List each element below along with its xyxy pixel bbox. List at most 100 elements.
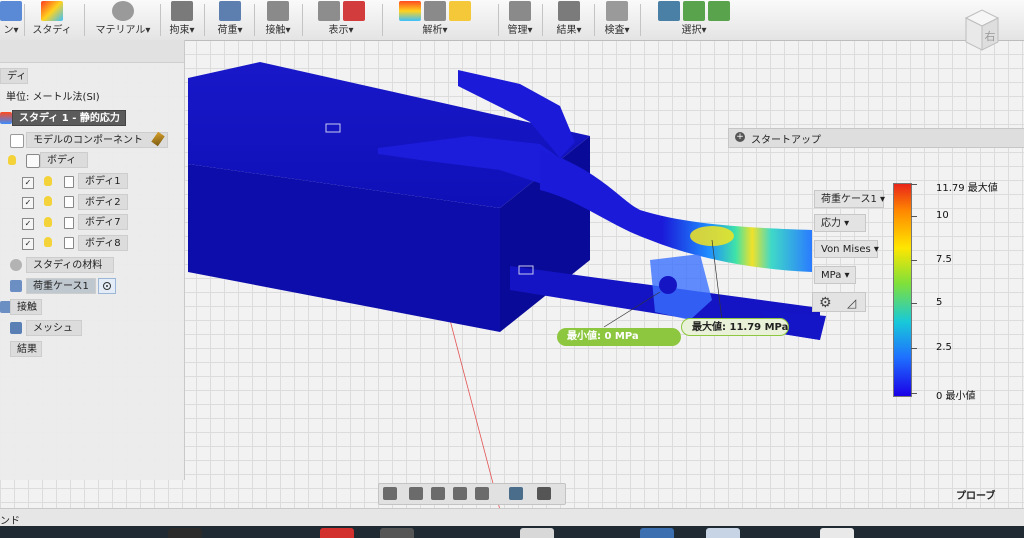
toolbar-group-design[interactable]: ン▾ bbox=[0, 0, 22, 40]
toolbar-label: スタディ bbox=[32, 25, 72, 36]
toolbar-group-manage[interactable]: 管理▾ bbox=[502, 0, 538, 40]
body-icon bbox=[64, 217, 74, 229]
expand-icon[interactable]: + bbox=[735, 132, 745, 142]
tree-model-components[interactable]: モデルのコンポーネント bbox=[26, 132, 168, 148]
body-checkbox[interactable]: ✓ bbox=[22, 177, 34, 189]
design-icon bbox=[0, 1, 22, 21]
toolbar-group-material[interactable]: マテリアル▾ bbox=[90, 0, 156, 40]
task-list-icon bbox=[424, 1, 446, 21]
startup-label: スタートアップ bbox=[751, 135, 821, 146]
toolbar-group-display[interactable]: 表示▾ bbox=[306, 0, 376, 40]
visibility-bulb-icon[interactable] bbox=[44, 217, 52, 227]
tree-body[interactable]: ボディ2 bbox=[78, 194, 128, 210]
toolbar-label: 表示▾ bbox=[328, 25, 354, 36]
visibility-bulb-icon[interactable] bbox=[44, 176, 52, 186]
zoom-icon[interactable] bbox=[453, 487, 467, 500]
results-icon bbox=[558, 1, 580, 21]
grid-icon[interactable] bbox=[537, 487, 551, 500]
toolbar-label: 検査▾ bbox=[604, 25, 630, 36]
dock-app-icon[interactable] bbox=[820, 528, 854, 538]
solve-icon bbox=[399, 1, 421, 21]
toolbar-group-constraint[interactable]: 拘束▾ bbox=[164, 0, 200, 40]
active-radio[interactable] bbox=[98, 278, 116, 294]
constraint-icon bbox=[171, 1, 193, 21]
toolbar-label: 接触▾ bbox=[265, 25, 291, 36]
manage-icon bbox=[509, 1, 531, 21]
visibility-bulb-icon[interactable] bbox=[44, 196, 52, 206]
body-icon bbox=[64, 196, 74, 208]
criterion-dropdown[interactable]: Von Mises ▾ bbox=[814, 240, 879, 258]
tree-bodies-folder[interactable]: ボディ bbox=[40, 152, 88, 168]
folder-icon bbox=[26, 154, 40, 168]
material-icon bbox=[10, 259, 22, 271]
tree-body[interactable]: ボディ7 bbox=[78, 214, 128, 230]
legend-tick: 10 bbox=[936, 210, 949, 221]
dock-app-icon[interactable] bbox=[320, 528, 354, 538]
tree-body[interactable]: ボディ1 bbox=[78, 173, 128, 189]
warning-icon bbox=[449, 1, 471, 21]
body-icon bbox=[64, 237, 74, 249]
component-icon bbox=[10, 134, 24, 148]
tree-contacts[interactable]: 接触 bbox=[10, 299, 42, 315]
load-icon bbox=[219, 1, 241, 21]
browser-header bbox=[0, 40, 184, 63]
unit-dropdown[interactable]: MPa ▾ bbox=[814, 266, 856, 284]
zoom-window-icon[interactable] bbox=[475, 487, 489, 500]
loadcase-icon bbox=[10, 280, 22, 292]
dock-app-icon[interactable] bbox=[706, 528, 740, 538]
stress-hotspot bbox=[690, 226, 734, 246]
orbit-icon[interactable] bbox=[383, 487, 397, 500]
units-label: 単位: メートル法(SI) bbox=[6, 92, 100, 103]
contact-icon bbox=[267, 1, 289, 21]
legend-tick: 7.5 bbox=[936, 254, 952, 265]
gear-icon[interactable]: ⚙ bbox=[819, 294, 832, 312]
toolbar-group-load[interactable]: 荷重▾ bbox=[210, 0, 250, 40]
toolbar-group-contact[interactable]: 接触▾ bbox=[258, 0, 298, 40]
display-lock-icon bbox=[342, 1, 365, 21]
dock-app-icon[interactable] bbox=[380, 528, 414, 538]
visibility-bulb-icon[interactable] bbox=[8, 155, 16, 165]
tree-study-materials[interactable]: スタディの材料 bbox=[26, 257, 114, 273]
legend-tick: 5 bbox=[936, 297, 943, 308]
toolbar-label: 結果▾ bbox=[556, 25, 582, 36]
select-cursor-icon bbox=[658, 1, 680, 21]
dock-app-icon[interactable] bbox=[520, 528, 554, 538]
result-type-dropdown[interactable]: 応力 ▾ bbox=[814, 214, 866, 232]
status-bar: ンド bbox=[0, 508, 1024, 527]
body-checkbox[interactable]: ✓ bbox=[22, 218, 34, 230]
probe-label[interactable]: プローブ bbox=[956, 487, 995, 502]
look-at-icon[interactable] bbox=[409, 487, 423, 500]
pan-icon[interactable] bbox=[431, 487, 445, 500]
toolbar-group-select[interactable]: 選択▾ bbox=[644, 0, 744, 40]
tree-results[interactable]: 結果 bbox=[10, 341, 42, 357]
material-icon bbox=[112, 1, 134, 21]
body-checkbox[interactable]: ✓ bbox=[22, 238, 34, 250]
display-mesh-icon bbox=[317, 1, 340, 21]
startup-panel[interactable]: + スタートアップ bbox=[728, 128, 1024, 148]
toolbar-label: ン▾ bbox=[3, 25, 19, 36]
display-settings-icon[interactable] bbox=[509, 487, 523, 500]
dock-app-icon[interactable] bbox=[168, 528, 202, 538]
visibility-bulb-icon[interactable] bbox=[44, 237, 52, 247]
dock-app-icon[interactable] bbox=[640, 528, 674, 538]
min-value-label[interactable]: 最小値: 0 MPa bbox=[557, 328, 681, 346]
browser-root[interactable]: ディ bbox=[0, 68, 28, 84]
inspect-icon bbox=[606, 1, 628, 21]
color-bar bbox=[893, 183, 912, 397]
max-value-label[interactable]: 最大値: 11.79 MPa bbox=[681, 318, 789, 336]
loadcase-dropdown[interactable]: 荷重ケース1 ▾ bbox=[814, 190, 885, 208]
tree-loadcase[interactable]: 荷重ケース1 bbox=[26, 278, 96, 294]
toolbar-group-results[interactable]: 結果▾ bbox=[548, 0, 590, 40]
study-icon bbox=[41, 1, 63, 21]
tree-body[interactable]: ボディ8 bbox=[78, 235, 128, 251]
toolbar-group-inspect[interactable]: 検査▾ bbox=[598, 0, 636, 40]
tree-mesh[interactable]: メッシュ bbox=[26, 320, 82, 336]
view-cube[interactable]: 右 bbox=[960, 6, 1000, 52]
toolbar-label: マテリアル▾ bbox=[95, 25, 151, 36]
tree-study[interactable]: スタディ 1 - 静的応力 bbox=[12, 110, 126, 126]
toolbar-group-solve[interactable]: 解析▾ bbox=[386, 0, 484, 40]
toolbar-group-study[interactable]: スタディ bbox=[26, 0, 78, 40]
triangle-icon[interactable]: ◿ bbox=[847, 294, 856, 312]
toolbar-label: 拘束▾ bbox=[169, 25, 195, 36]
body-checkbox[interactable]: ✓ bbox=[22, 197, 34, 209]
